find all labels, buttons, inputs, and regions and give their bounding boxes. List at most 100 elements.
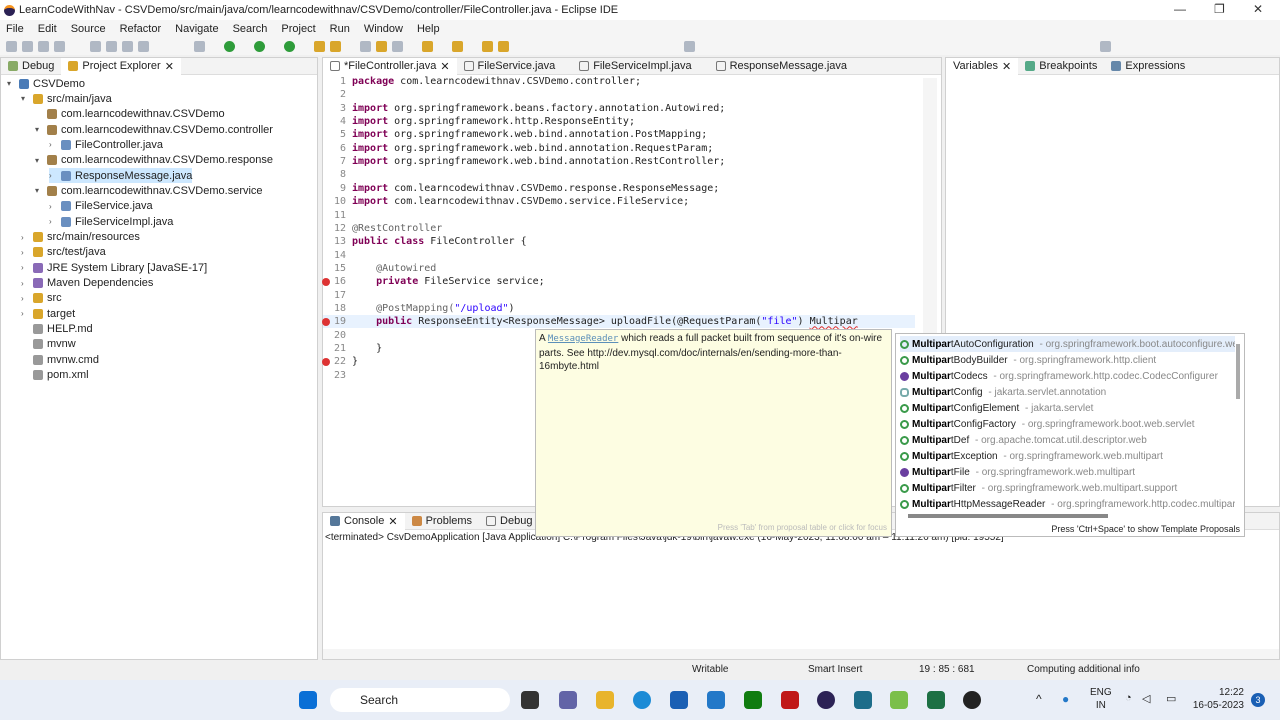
- search-icon[interactable]: [684, 40, 695, 52]
- expand-toggle-icon[interactable]: ›: [49, 202, 57, 211]
- code-line[interactable]: package com.learncodewithnav.CSVDemo.con…: [352, 75, 641, 88]
- battery-icon[interactable]: ▭: [1166, 692, 1176, 705]
- tab-fileservice[interactable]: FileService.java: [457, 58, 563, 75]
- tree-item[interactable]: › src: [21, 291, 62, 306]
- tab-expressions[interactable]: Expressions: [1104, 58, 1192, 75]
- stop-icon[interactable]: [122, 40, 133, 52]
- expand-toggle-icon[interactable]: ▾: [35, 125, 43, 134]
- tree-item[interactable]: mvnw.cmd: [21, 352, 99, 367]
- tree-item[interactable]: HELP.md: [21, 322, 93, 337]
- tree-item[interactable]: › Maven Dependencies: [21, 276, 153, 291]
- tab-problems[interactable]: Problems: [405, 513, 479, 530]
- save-all-icon[interactable]: [38, 40, 49, 52]
- proposal-item[interactable]: MultipartHttpMessageReader - org.springf…: [900, 496, 1235, 512]
- open-task-icon[interactable]: [330, 40, 341, 52]
- external-tools-icon[interactable]: [284, 40, 295, 52]
- tree-item[interactable]: › target: [21, 306, 75, 321]
- annotation-icon[interactable]: [360, 40, 371, 52]
- expand-toggle-icon[interactable]: ›: [21, 309, 29, 318]
- run-icon[interactable]: [224, 40, 235, 52]
- volume-icon[interactable]: ◁: [1142, 692, 1150, 705]
- tree-item[interactable]: › FileController.java: [49, 137, 163, 152]
- menu-source[interactable]: Source: [71, 23, 106, 35]
- expand-toggle-icon[interactable]: ▾: [7, 79, 15, 88]
- suspend-icon[interactable]: [106, 40, 117, 52]
- code-line[interactable]: import org.springframework.web.bind.anno…: [352, 128, 707, 141]
- expand-toggle-icon[interactable]: ▾: [35, 186, 43, 195]
- open-type-icon[interactable]: [314, 40, 325, 52]
- tab-responsemessage[interactable]: ResponseMessage.java: [709, 58, 854, 75]
- proposal-item[interactable]: MultipartFile - org.springframework.web.…: [900, 464, 1235, 480]
- mysql-workbench-icon[interactable]: [854, 691, 872, 709]
- expand-toggle-icon[interactable]: ›: [21, 279, 29, 288]
- disconnect-icon[interactable]: [138, 40, 149, 52]
- tab-filecontroller[interactable]: *FileController.java ✕: [323, 57, 457, 75]
- menu-run[interactable]: Run: [330, 23, 350, 35]
- language-indicator[interactable]: ENG IN: [1090, 686, 1112, 712]
- proposal-item[interactable]: MultipartAutoConfiguration - org.springf…: [900, 336, 1235, 352]
- eclipse-taskbar-icon[interactable]: [817, 691, 835, 709]
- perspective-icon[interactable]: [1100, 40, 1111, 52]
- maximize-button[interactable]: ❐: [1214, 2, 1225, 16]
- close-tab-icon[interactable]: ✕: [165, 60, 174, 73]
- expand-toggle-icon[interactable]: ›: [21, 263, 29, 272]
- code-line[interactable]: @RestController: [352, 222, 442, 235]
- proposal-item[interactable]: MultipartException - org.springframework…: [900, 448, 1235, 464]
- task-view-icon[interactable]: [521, 691, 539, 709]
- menu-window[interactable]: Window: [364, 23, 403, 35]
- l-app-icon[interactable]: [707, 691, 725, 709]
- menu-search[interactable]: Search: [233, 23, 268, 35]
- proposal-item[interactable]: MultipartConfigElement - jakarta.servlet: [900, 400, 1235, 416]
- next-annotation-icon[interactable]: [422, 40, 433, 52]
- coverage-icon[interactable]: [254, 40, 265, 52]
- excel-icon[interactable]: [927, 691, 945, 709]
- expand-toggle-icon[interactable]: ›: [49, 171, 57, 180]
- tree-item[interactable]: pom.xml: [21, 368, 89, 383]
- code-line[interactable]: private FileService service;: [352, 275, 545, 288]
- prev-annotation-icon[interactable]: [452, 40, 463, 52]
- menu-help[interactable]: Help: [417, 23, 440, 35]
- mcafee-icon[interactable]: [781, 691, 799, 709]
- tab-project-explorer[interactable]: Project Explorer ✕: [61, 57, 181, 75]
- tree-item[interactable]: › FileService.java: [49, 199, 153, 214]
- menu-refactor[interactable]: Refactor: [120, 23, 162, 35]
- tree-item[interactable]: › src/main/resources: [21, 230, 140, 245]
- menu-project[interactable]: Project: [281, 23, 315, 35]
- tree-item[interactable]: ▾ com.learncodewithnav.CSVDemo.controller: [35, 122, 273, 137]
- xbox-icon[interactable]: [744, 691, 762, 709]
- obs-icon[interactable]: [963, 691, 981, 709]
- tree-item[interactable]: ▾ com.learncodewithnav.CSVDemo.response: [35, 153, 273, 168]
- store-icon[interactable]: [670, 691, 688, 709]
- file-explorer-icon[interactable]: [596, 691, 614, 709]
- expand-toggle-icon[interactable]: ›: [49, 217, 57, 226]
- close-button[interactable]: ✕: [1253, 2, 1263, 16]
- proposals-hscrollbar[interactable]: [908, 514, 1108, 518]
- code-line[interactable]: @PostMapping("/upload"): [352, 302, 515, 315]
- code-line[interactable]: public class FileController {: [352, 235, 527, 248]
- expand-toggle-icon[interactable]: ›: [21, 233, 29, 242]
- windows-start-icon[interactable]: [299, 691, 317, 709]
- minimize-button[interactable]: —: [1174, 2, 1186, 16]
- menu-file[interactable]: File: [6, 23, 24, 35]
- taskbar-search[interactable]: Search: [330, 688, 510, 712]
- code-line[interactable]: public ResponseEntity<ResponseMessage> u…: [352, 315, 858, 328]
- expand-toggle-icon[interactable]: ▾: [35, 156, 43, 165]
- proposals-vscrollbar[interactable]: [1236, 344, 1240, 399]
- terminal-icon[interactable]: [54, 40, 65, 52]
- close-tab-icon[interactable]: ✕: [440, 60, 449, 73]
- close-tab-icon[interactable]: ✕: [388, 515, 397, 528]
- back-icon[interactable]: [482, 40, 493, 52]
- menu-navigate[interactable]: Navigate: [175, 23, 218, 35]
- tree-item[interactable]: ▾ CSVDemo: [7, 76, 85, 91]
- tab-fileserviceimpl[interactable]: FileServiceImpl.java: [572, 58, 698, 75]
- tab-variables[interactable]: Variables ✕: [946, 57, 1019, 75]
- code-line[interactable]: import org.springframework.web.bind.anno…: [352, 155, 725, 168]
- debug-icon[interactable]: [194, 40, 205, 52]
- tab-debug[interactable]: Debug: [1, 58, 61, 75]
- show-whitespace-icon[interactable]: [392, 40, 403, 52]
- tree-item[interactable]: › FileServiceImpl.java: [49, 214, 173, 229]
- edge-icon[interactable]: [633, 691, 651, 709]
- expand-toggle-icon[interactable]: ›: [21, 248, 29, 257]
- tree-item[interactable]: com.learncodewithnav.CSVDemo: [35, 107, 225, 122]
- expand-toggle-icon[interactable]: ›: [21, 294, 29, 303]
